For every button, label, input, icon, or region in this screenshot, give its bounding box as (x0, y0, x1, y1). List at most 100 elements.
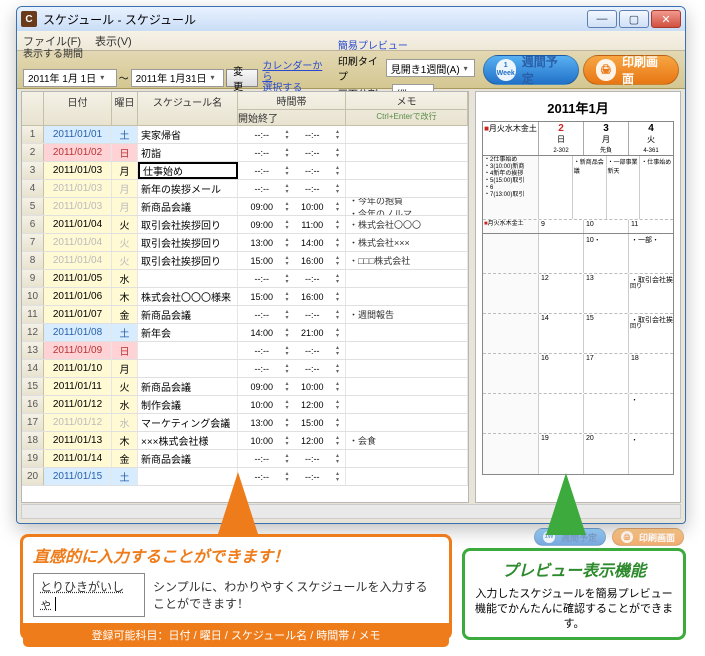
spinner-icon[interactable]: ▴▾ (283, 345, 292, 357)
cell-time[interactable]: 13:00▴▾15:00▴▾ (238, 414, 346, 431)
cell-memo[interactable] (346, 342, 468, 359)
cell-date[interactable]: 2011/01/03 (44, 180, 112, 197)
spinner-icon[interactable]: ▴▾ (283, 327, 292, 339)
cell-date[interactable]: 2011/01/06 (44, 288, 112, 305)
cell-time[interactable]: 10:00▴▾12:00▴▾ (238, 396, 346, 413)
cell-date[interactable]: 2011/01/15 (44, 468, 112, 485)
table-row[interactable]: 72011/01/04火取引会社挨拶回り13:00▴▾14:00▴▾・株式会社×… (22, 234, 468, 252)
cell-date[interactable]: 2011/01/13 (44, 432, 112, 449)
cell-memo[interactable]: ・会食 (346, 432, 468, 449)
table-row[interactable]: 82011/01/04火取引会社挨拶回り15:00▴▾16:00▴▾・□□□株式… (22, 252, 468, 270)
spinner-icon[interactable]: ▴▾ (283, 309, 292, 321)
cell-memo[interactable]: ・今年の抱負・今年のノルマ (346, 198, 468, 215)
titlebar[interactable]: C スケジュール - スケジュール — ▢ ✕ (17, 7, 685, 31)
cell-schedule-name[interactable]: 新商品会議 (138, 450, 238, 467)
cell-schedule-name[interactable]: 取引会社挨拶回り (138, 216, 238, 233)
spinner-icon[interactable]: ▴▾ (333, 291, 342, 303)
spinner-icon[interactable]: ▴▾ (333, 273, 342, 285)
table-row[interactable]: 142011/01/10月--:--▴▾--:--▴▾ (22, 360, 468, 378)
table-row[interactable]: 122011/01/08土新年会14:00▴▾21:00▴▾ (22, 324, 468, 342)
table-row[interactable]: 162011/01/12水制作会議10:00▴▾12:00▴▾ (22, 396, 468, 414)
cell-schedule-name[interactable]: 取引会社挨拶回り (138, 252, 238, 269)
table-row[interactable]: 32011/01/03月仕事始め--:--▴▾--:--▴▾ (22, 162, 468, 180)
cell-schedule-name[interactable]: 初詣 (138, 144, 238, 161)
cell-memo[interactable] (346, 270, 468, 287)
cell-memo[interactable] (346, 360, 468, 377)
spinner-icon[interactable]: ▴▾ (283, 273, 292, 285)
cell-date[interactable]: 2011/01/07 (44, 306, 112, 323)
spinner-icon[interactable]: ▴▾ (283, 417, 292, 429)
spinner-icon[interactable]: ▴▾ (333, 201, 342, 213)
cell-time[interactable]: --:--▴▾--:--▴▾ (238, 306, 346, 323)
cell-memo[interactable]: ・株式会社〇〇〇 (346, 216, 468, 233)
cell-time[interactable]: 09:00▴▾10:00▴▾ (238, 198, 346, 215)
cell-date[interactable]: 2011/01/14 (44, 450, 112, 467)
cell-memo[interactable]: ・株式会社××× (346, 234, 468, 251)
cell-memo[interactable]: ・□□□株式会社 (346, 252, 468, 269)
spinner-icon[interactable]: ▴▾ (283, 435, 292, 447)
table-row[interactable]: 12011/01/01土実家帰省--:--▴▾--:--▴▾ (22, 126, 468, 144)
spinner-icon[interactable]: ▴▾ (283, 291, 292, 303)
cell-time[interactable]: 15:00▴▾16:00▴▾ (238, 252, 346, 269)
table-row[interactable]: 172011/01/12水マーケティング会議13:00▴▾15:00▴▾ (22, 414, 468, 432)
spinner-icon[interactable]: ▴▾ (333, 309, 342, 321)
change-button[interactable]: 変更 (226, 69, 258, 87)
cell-time[interactable]: 13:00▴▾14:00▴▾ (238, 234, 346, 251)
spinner-icon[interactable]: ▴▾ (333, 165, 342, 177)
print-type-select[interactable]: 見開き1週間(A)▾ (386, 59, 475, 77)
table-row[interactable]: 152011/01/11火新商品会議09:00▴▾10:00▴▾ (22, 378, 468, 396)
cell-date[interactable]: 2011/01/02 (44, 144, 112, 161)
table-row[interactable]: 62011/01/04火取引会社挨拶回り09:00▴▾11:00▴▾・株式会社〇… (22, 216, 468, 234)
spinner-icon[interactable]: ▴▾ (333, 255, 342, 267)
cell-time[interactable]: 15:00▴▾16:00▴▾ (238, 288, 346, 305)
table-row[interactable]: 182011/01/13木×××株式会社様10:00▴▾12:00▴▾・会食 (22, 432, 468, 450)
spinner-icon[interactable]: ▴▾ (333, 129, 342, 141)
cell-date[interactable]: 2011/01/04 (44, 252, 112, 269)
cell-memo[interactable] (346, 324, 468, 341)
spinner-icon[interactable]: ▴▾ (333, 453, 342, 465)
table-row[interactable]: 192011/01/14金新商品会議--:--▴▾--:--▴▾ (22, 450, 468, 468)
date-to-select[interactable]: 2011年 1月31日▾ (131, 69, 225, 87)
spinner-icon[interactable]: ▴▾ (333, 237, 342, 249)
spinner-icon[interactable]: ▴▾ (283, 453, 292, 465)
table-row[interactable]: 132011/01/09日--:--▴▾--:--▴▾ (22, 342, 468, 360)
spinner-icon[interactable]: ▴▾ (333, 147, 342, 159)
spinner-icon[interactable]: ▴▾ (283, 255, 292, 267)
cell-schedule-name[interactable]: 制作会議 (138, 396, 238, 413)
cell-memo[interactable] (346, 414, 468, 431)
cell-time[interactable]: 14:00▴▾21:00▴▾ (238, 324, 346, 341)
spinner-icon[interactable]: ▴▾ (333, 363, 342, 375)
cell-date[interactable]: 2011/01/10 (44, 360, 112, 377)
cell-date[interactable]: 2011/01/04 (44, 216, 112, 233)
cell-schedule-name[interactable]: 新商品会議 (138, 378, 238, 395)
spinner-icon[interactable]: ▴▾ (333, 381, 342, 393)
cell-schedule-name[interactable]: 実家帰省 (138, 126, 238, 143)
cell-schedule-name[interactable] (138, 360, 238, 377)
cell-schedule-name[interactable]: 仕事始め (138, 162, 238, 179)
close-button[interactable]: ✕ (651, 10, 681, 28)
cell-memo[interactable] (346, 144, 468, 161)
minimize-button[interactable]: — (587, 10, 617, 28)
spinner-icon[interactable]: ▴▾ (283, 183, 292, 195)
cell-date[interactable]: 2011/01/05 (44, 270, 112, 287)
cell-time[interactable]: --:--▴▾--:--▴▾ (238, 360, 346, 377)
cell-schedule-name[interactable]: マーケティング会議 (138, 414, 238, 431)
spinner-icon[interactable]: ▴▾ (283, 399, 292, 411)
spinner-icon[interactable]: ▴▾ (283, 129, 292, 141)
spinner-icon[interactable]: ▴▾ (333, 327, 342, 339)
table-row[interactable]: 102011/01/06木株式会社〇〇〇様来15:00▴▾16:00▴▾ (22, 288, 468, 306)
cell-schedule-name[interactable]: 新商品会議 (138, 306, 238, 323)
cell-date[interactable]: 2011/01/12 (44, 414, 112, 431)
cell-time[interactable]: --:--▴▾--:--▴▾ (238, 180, 346, 197)
cell-schedule-name[interactable]: 新年の挨拶メール (138, 180, 238, 197)
spinner-icon[interactable]: ▴▾ (283, 219, 292, 231)
print-button[interactable]: 🖨 印刷画面 (583, 55, 679, 85)
cell-date[interactable]: 2011/01/03 (44, 162, 112, 179)
col-memo[interactable]: メモ (346, 92, 467, 110)
table-row[interactable]: 42011/01/03月新年の挨拶メール--:--▴▾--:--▴▾ (22, 180, 468, 198)
cell-memo[interactable] (346, 450, 468, 467)
spinner-icon[interactable]: ▴▾ (333, 219, 342, 231)
cell-date[interactable]: 2011/01/09 (44, 342, 112, 359)
table-row[interactable]: 92011/01/05水--:--▴▾--:--▴▾ (22, 270, 468, 288)
spinner-icon[interactable]: ▴▾ (333, 399, 342, 411)
